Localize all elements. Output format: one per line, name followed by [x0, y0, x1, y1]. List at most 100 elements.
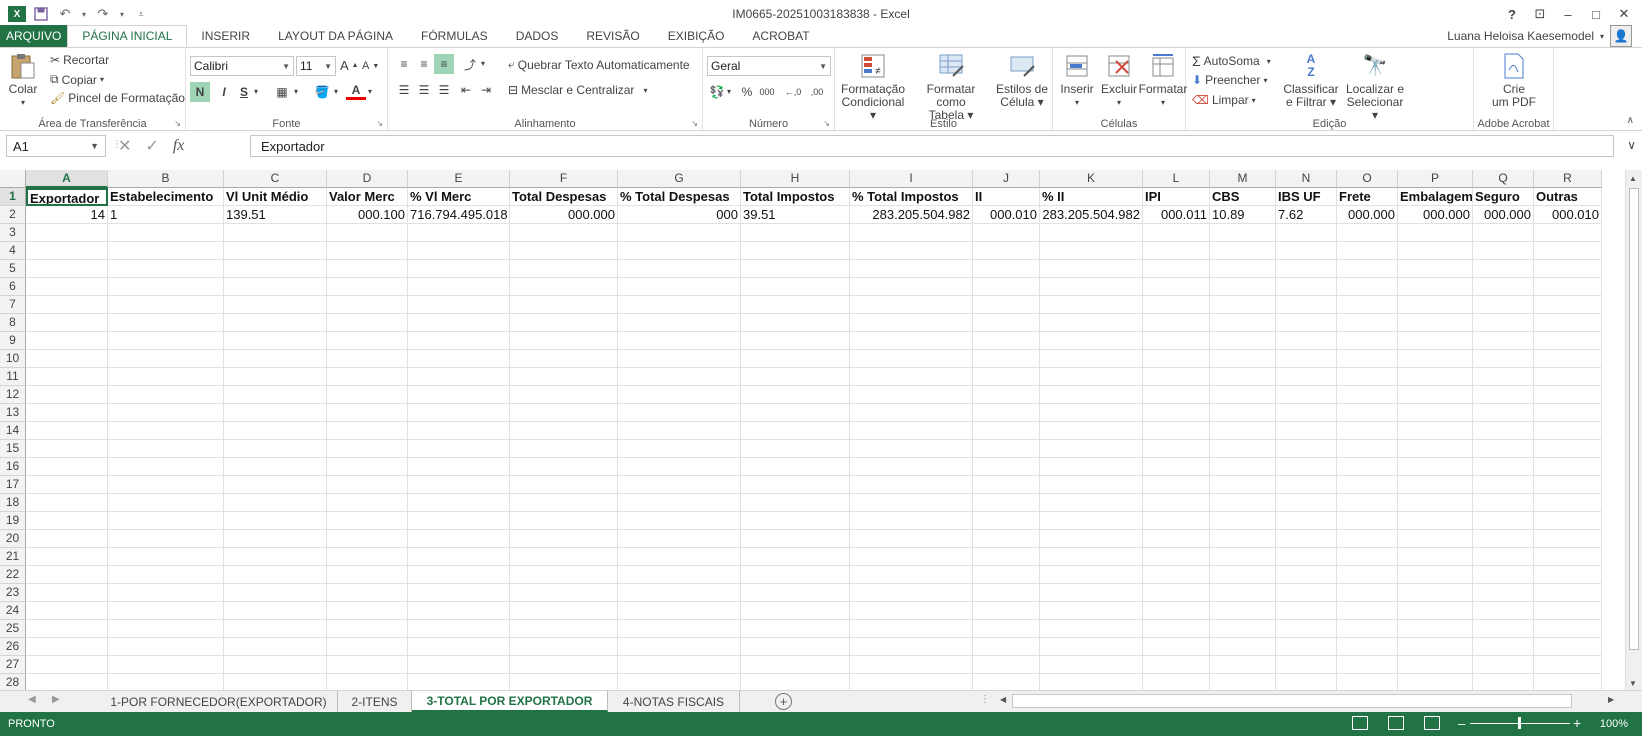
data-cell[interactable] — [1534, 530, 1602, 548]
data-cell[interactable] — [224, 584, 327, 602]
italic-button[interactable]: I — [214, 82, 234, 102]
data-cell[interactable] — [108, 530, 224, 548]
data-cell[interactable] — [741, 476, 850, 494]
data-cell[interactable] — [510, 386, 618, 404]
data-cell[interactable] — [973, 386, 1040, 404]
data-cell[interactable] — [1276, 242, 1337, 260]
data-cell[interactable] — [408, 656, 510, 674]
chevron-down-icon[interactable]: ▾ — [727, 87, 731, 96]
data-cell[interactable] — [224, 566, 327, 584]
data-cell[interactable] — [26, 530, 108, 548]
data-cell[interactable] — [973, 494, 1040, 512]
undo-icon[interactable]: ↶ — [56, 6, 74, 22]
data-cell[interactable] — [1143, 404, 1210, 422]
data-cell[interactable] — [224, 350, 327, 368]
data-cell[interactable] — [973, 584, 1040, 602]
data-cell[interactable] — [108, 674, 224, 690]
data-cell[interactable] — [741, 458, 850, 476]
scroll-left-icon[interactable]: ◀ — [1000, 695, 1006, 704]
data-cell[interactable] — [224, 242, 327, 260]
data-cell[interactable] — [1276, 674, 1337, 690]
data-cell[interactable] — [973, 440, 1040, 458]
data-cell[interactable] — [1040, 548, 1143, 566]
data-cell[interactable] — [1143, 602, 1210, 620]
data-cell[interactable] — [224, 530, 327, 548]
data-cell[interactable]: 000.000 — [1398, 206, 1473, 224]
data-cell[interactable] — [850, 530, 973, 548]
data-cell[interactable] — [510, 602, 618, 620]
header-cell[interactable]: % Total Despesas — [618, 188, 741, 206]
data-cell[interactable] — [510, 620, 618, 638]
data-cell[interactable] — [741, 584, 850, 602]
data-cell[interactable] — [1210, 368, 1276, 386]
data-cell[interactable] — [327, 602, 408, 620]
data-cell[interactable] — [510, 548, 618, 566]
data-cell[interactable] — [618, 224, 741, 242]
data-cell[interactable] — [1398, 512, 1473, 530]
data-cell[interactable] — [850, 242, 973, 260]
font-size-combo[interactable]: 11 ▼ — [296, 56, 336, 76]
data-cell[interactable] — [1398, 656, 1473, 674]
data-cell[interactable] — [1473, 602, 1534, 620]
data-cell[interactable] — [26, 278, 108, 296]
data-cell[interactable] — [1534, 422, 1602, 440]
data-cell[interactable] — [1143, 314, 1210, 332]
tab-formulas[interactable]: FÓRMULAS — [407, 25, 502, 47]
data-cell[interactable] — [1143, 368, 1210, 386]
data-cell[interactable] — [327, 332, 408, 350]
data-cell[interactable] — [1210, 548, 1276, 566]
chevron-down-icon[interactable]: ▾ — [481, 59, 485, 68]
paste-button[interactable]: Colar ▾ — [8, 52, 38, 109]
data-cell[interactable] — [1398, 314, 1473, 332]
data-cell[interactable] — [1040, 566, 1143, 584]
data-cell[interactable] — [741, 494, 850, 512]
data-cell[interactable] — [1398, 548, 1473, 566]
data-cell[interactable] — [1040, 512, 1143, 530]
data-cell[interactable] — [1276, 494, 1337, 512]
data-cell[interactable] — [1276, 332, 1337, 350]
data-cell[interactable] — [1398, 530, 1473, 548]
data-cell[interactable] — [327, 224, 408, 242]
data-cell[interactable] — [1534, 440, 1602, 458]
comma-style-button[interactable]: 000 — [757, 82, 777, 102]
data-cell[interactable] — [510, 404, 618, 422]
data-cell[interactable] — [26, 512, 108, 530]
data-cell[interactable] — [1473, 314, 1534, 332]
data-cell[interactable] — [1337, 512, 1398, 530]
data-cell[interactable] — [1276, 386, 1337, 404]
data-cell[interactable] — [1143, 278, 1210, 296]
data-cell[interactable] — [1398, 476, 1473, 494]
data-cell[interactable] — [1276, 638, 1337, 656]
data-cell[interactable] — [327, 260, 408, 278]
data-cell[interactable]: 000 — [618, 206, 741, 224]
data-cell[interactable] — [108, 620, 224, 638]
header-cell[interactable]: II — [973, 188, 1040, 206]
row-header[interactable]: 26 — [0, 638, 26, 656]
data-cell[interactable] — [1534, 242, 1602, 260]
row-header[interactable]: 12 — [0, 386, 26, 404]
data-cell[interactable] — [510, 674, 618, 690]
data-cell[interactable] — [1210, 242, 1276, 260]
font-color-icon[interactable]: A — [346, 82, 366, 100]
font-name-combo[interactable]: Calibri ▼ — [190, 56, 294, 76]
data-cell[interactable] — [1210, 566, 1276, 584]
data-cell[interactable] — [1210, 638, 1276, 656]
orientation-icon[interactable]: ⤴ — [460, 54, 480, 74]
data-cell[interactable] — [618, 656, 741, 674]
data-cell[interactable] — [26, 242, 108, 260]
data-cell[interactable] — [224, 404, 327, 422]
data-cell[interactable] — [224, 386, 327, 404]
data-cell[interactable] — [26, 332, 108, 350]
create-pdf-button[interactable]: Crie um PDF — [1480, 52, 1548, 109]
column-header[interactable]: H — [741, 170, 850, 188]
data-cell[interactable] — [1337, 548, 1398, 566]
normal-view-icon[interactable] — [1352, 716, 1368, 730]
header-cell[interactable]: Embalagem — [1398, 188, 1473, 206]
data-cell[interactable] — [1337, 584, 1398, 602]
data-cell[interactable] — [510, 638, 618, 656]
data-cell[interactable] — [224, 278, 327, 296]
data-cell[interactable] — [327, 530, 408, 548]
collapse-ribbon-icon[interactable]: ∧ — [1627, 115, 1634, 126]
data-cell[interactable] — [1398, 404, 1473, 422]
cut-button[interactable]: ✂ Recortar — [50, 53, 109, 67]
